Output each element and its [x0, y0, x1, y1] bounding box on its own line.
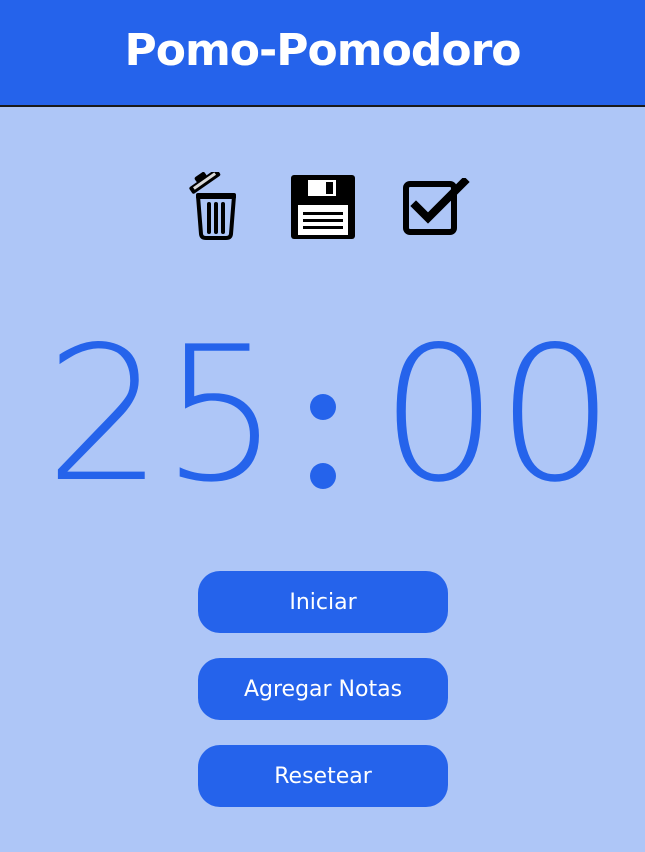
timer-colon-top: [310, 394, 336, 420]
save-button[interactable]: [290, 174, 356, 240]
trash-icon: [189, 169, 236, 240]
delete-button[interactable]: [184, 169, 238, 240]
timer-display: 25 00: [0, 315, 645, 515]
add-notes-button[interactable]: Agregar Notas: [198, 658, 448, 720]
timer-colon-bottom: [310, 463, 336, 489]
app-header: Pomo-Pomodoro: [0, 0, 645, 107]
start-button[interactable]: Iniciar: [198, 571, 448, 633]
complete-button[interactable]: [402, 176, 470, 236]
check-square-icon: [403, 176, 470, 235]
timer-seconds: 00: [380, 306, 615, 523]
save-icon: [291, 175, 355, 239]
app-title: Pomo-Pomodoro: [124, 25, 521, 76]
reset-button[interactable]: Resetear: [198, 745, 448, 807]
timer-minutes: 25: [45, 306, 280, 523]
